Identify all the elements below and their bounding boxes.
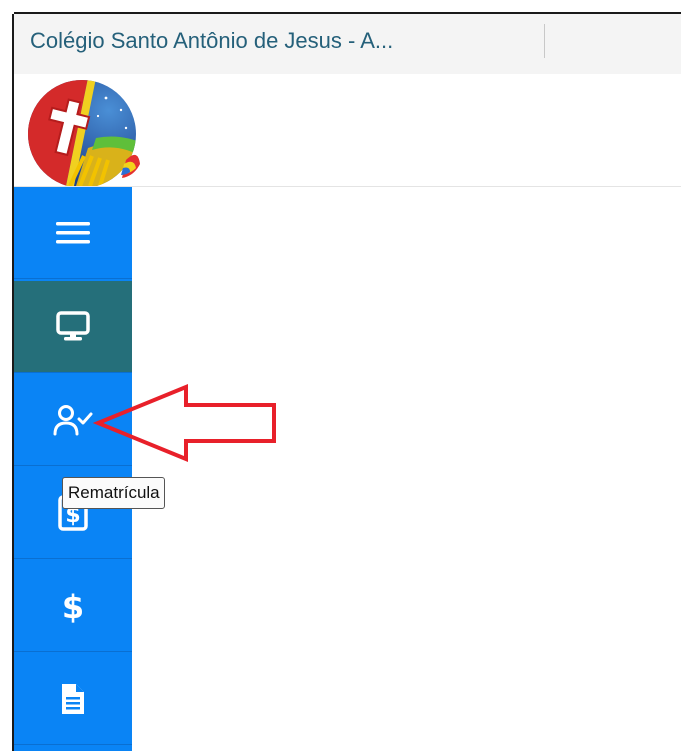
app-header: [14, 74, 681, 187]
tooltip-text: Rematrícula: [68, 483, 160, 502]
sidebar-nav: $ $: [14, 187, 132, 751]
tooltip-rematricula: Rematrícula: [62, 477, 165, 509]
sidebar-item-documents[interactable]: [14, 653, 132, 745]
svg-text:$: $: [62, 588, 84, 624]
sidebar-item-finance[interactable]: $: [14, 560, 132, 652]
hamburger-menu-icon: [56, 221, 90, 243]
sidebar-item-dashboard[interactable]: [14, 281, 132, 373]
tab-separator: [544, 24, 545, 58]
frame-border: [0, 0, 14, 751]
sidebar-item-menu[interactable]: [14, 187, 132, 279]
monitor-icon: [56, 310, 90, 340]
user-check-icon: [53, 404, 93, 435]
school-crest-logo[interactable]: [26, 78, 144, 187]
dollar-icon: $: [62, 588, 84, 624]
screenshot-frame: Colégio Santo Antônio de Jesus - A... $ …: [0, 0, 681, 751]
browser-tab-bar: Colégio Santo Antônio de Jesus - A...: [14, 14, 681, 74]
main-content-area: [132, 187, 681, 751]
red-arrow-annotation-icon: [92, 384, 276, 462]
document-icon: [62, 683, 84, 714]
browser-tab-title[interactable]: Colégio Santo Antônio de Jesus - A...: [30, 14, 393, 70]
